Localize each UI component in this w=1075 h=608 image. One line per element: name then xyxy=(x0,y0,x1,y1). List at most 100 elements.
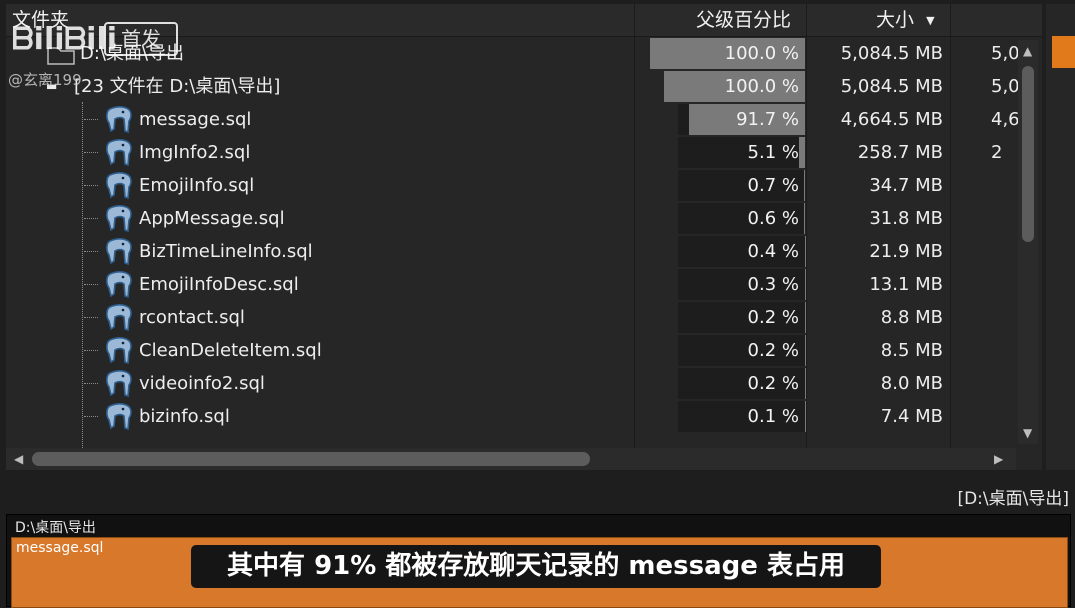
database-elephant-icon xyxy=(104,270,134,300)
treemap-thumbnail[interactable] xyxy=(1052,36,1075,68)
folder-tree-panel: 文件夹 父级百分比 大小 ▼ D:\桌面\导出 100.0 % 5,084.5 … xyxy=(6,4,1042,470)
database-elephant-icon xyxy=(104,105,134,135)
table-row[interactable]: BizTimeLineInfo.sql 0.4 %21.9 MB xyxy=(6,235,1042,268)
percent-text: 0.6 % xyxy=(748,203,799,234)
size-value: 13.1 MB xyxy=(806,268,943,301)
percent-bar-fill xyxy=(805,236,806,267)
file-name: EmojiInfoDesc.sql xyxy=(139,268,299,301)
file-name: videoinfo2.sql xyxy=(139,367,265,400)
percent-text: 0.2 % xyxy=(748,368,799,399)
tree-row-files-node[interactable]: ▬ [23 文件在 D:\桌面\导出] 100.0 % 5,084.5 MB 5… xyxy=(6,70,1042,103)
tree-branch-line xyxy=(84,152,98,154)
percent-text: 0.4 % xyxy=(748,236,799,267)
scroll-up-icon[interactable]: ▲ xyxy=(1023,44,1032,58)
percent-text: 0.3 % xyxy=(748,269,799,300)
size-value: 7.4 MB xyxy=(806,400,943,433)
table-row[interactable]: videoinfo2.sql 0.2 %8.0 MB xyxy=(6,367,1042,400)
file-name: EmojiInfo.sql xyxy=(139,169,254,202)
header-parent-percent[interactable]: 父级百分比 xyxy=(696,4,791,36)
header-size[interactable]: 大小 ▼ xyxy=(876,4,935,36)
scroll-down-icon[interactable]: ▼ xyxy=(1023,426,1032,440)
database-elephant-icon xyxy=(104,204,134,234)
file-name: AppMessage.sql xyxy=(139,202,285,235)
percent-bar: 0.2 % xyxy=(678,368,805,399)
table-row[interactable]: EmojiInfoDesc.sql 0.3 %13.1 MB xyxy=(6,268,1042,301)
percent-bar: 0.2 % xyxy=(678,302,805,333)
percent-text: 0.7 % xyxy=(748,170,799,201)
percent-bar-root: 100.0 % xyxy=(650,38,805,69)
file-name: ImgInfo2.sql xyxy=(139,136,250,169)
tree-branch-line xyxy=(84,383,98,385)
size-value: 5,084.5 MB xyxy=(806,37,943,70)
tree-branch-line xyxy=(84,350,98,352)
table-row[interactable]: CleanDeleteItem.sql 0.2 %8.5 MB xyxy=(6,334,1042,367)
percent-text: 0.2 % xyxy=(748,302,799,333)
vertical-scroll-thumb[interactable] xyxy=(1022,66,1034,242)
status-path: [D:\桌面\导出] xyxy=(957,484,1069,509)
size-value: 34.7 MB xyxy=(806,169,943,202)
table-row[interactable]: bizinfo.sql 0.1 %7.4 MB xyxy=(6,400,1042,433)
size-value: 8.0 MB xyxy=(806,367,943,400)
percent-bar: 0.1 % xyxy=(678,401,805,432)
percent-text: 100.0 % xyxy=(725,71,799,102)
size-value: 8.5 MB xyxy=(806,334,943,367)
table-row[interactable]: EmojiInfo.sql 0.7 %34.7 MB xyxy=(6,169,1042,202)
watermark-badge: 首发 xyxy=(104,22,178,56)
video-subtitle: 其中有 91% 都被存放聊天记录的 message 表占用 xyxy=(191,545,881,588)
horizontal-scrollbar[interactable]: ◀ ▶ xyxy=(6,448,1016,470)
treemap-block-label: message.sql xyxy=(16,540,103,556)
database-elephant-icon xyxy=(104,171,134,201)
percent-text: 0.2 % xyxy=(748,335,799,366)
percent-bar-fill xyxy=(799,137,805,168)
percent-text: 5.1 % xyxy=(748,137,799,168)
size-value: 21.9 MB xyxy=(806,235,943,268)
tree-branch-line xyxy=(84,185,98,187)
table-row[interactable]: message.sql91.7 %4,664.5 MB4,6 xyxy=(6,103,1042,136)
horizontal-scroll-thumb[interactable] xyxy=(32,452,590,466)
file-name: CleanDeleteItem.sql xyxy=(139,334,322,367)
percent-text: 100.0 % xyxy=(725,38,799,69)
file-name: rcontact.sql xyxy=(139,301,245,334)
tree-branch-line xyxy=(84,218,98,220)
percent-bar: 0.2 % xyxy=(678,335,805,366)
file-name: message.sql xyxy=(139,103,251,136)
percent-bar: 0.3 % xyxy=(678,269,805,300)
tree-branch-line xyxy=(84,416,98,418)
table-row[interactable]: AppMessage.sql 0.6 %31.8 MB xyxy=(6,202,1042,235)
header-size-label: 大小 xyxy=(876,9,914,31)
scroll-left-icon[interactable]: ◀ xyxy=(14,452,23,466)
table-row[interactable]: rcontact.sql 0.2 %8.8 MB xyxy=(6,301,1042,334)
side-panel xyxy=(1046,4,1075,470)
size-value: 4,664.5 MB xyxy=(806,103,943,136)
percent-bar: 5.1 % xyxy=(678,137,805,168)
database-elephant-icon xyxy=(104,336,134,366)
percent-bar: 91.7 % xyxy=(678,104,805,135)
percent-text: 0.1 % xyxy=(748,401,799,432)
size-value: 8.8 MB xyxy=(806,301,943,334)
percent-bar: 0.7 % xyxy=(678,170,805,201)
percent-bar-files-node: 100.0 % xyxy=(664,71,805,102)
size-value: 5,084.5 MB xyxy=(806,70,943,103)
tree-branch-line xyxy=(84,251,98,253)
scroll-right-icon[interactable]: ▶ xyxy=(994,452,1003,466)
database-elephant-icon xyxy=(104,303,134,333)
tree-branch-line xyxy=(84,284,98,286)
size-value: 258.7 MB xyxy=(806,136,943,169)
files-node-label: [23 文件在 D:\桌面\导出] xyxy=(74,70,280,103)
percent-bar-fill xyxy=(804,203,805,234)
percent-bar: 0.6 % xyxy=(678,203,805,234)
triangle-down-icon: ▼ xyxy=(926,14,934,27)
database-elephant-icon xyxy=(104,402,134,432)
percent-bar-fill xyxy=(804,170,805,201)
file-name: BizTimeLineInfo.sql xyxy=(139,235,313,268)
tree-branch-line xyxy=(84,119,98,121)
table-row[interactable]: ImgInfo2.sql5.1 %258.7 MB2 xyxy=(6,136,1042,169)
file-name: bizinfo.sql xyxy=(139,400,230,433)
watermark-user: @玄离199 xyxy=(8,69,82,90)
vertical-scrollbar[interactable]: ▲ ▼ xyxy=(1018,40,1038,444)
database-elephant-icon xyxy=(104,138,134,168)
size-value: 31.8 MB xyxy=(806,202,943,235)
treemap-title: D:\桌面\导出 xyxy=(15,517,96,537)
database-elephant-icon xyxy=(104,237,134,267)
percent-text: 91.7 % xyxy=(736,104,799,135)
